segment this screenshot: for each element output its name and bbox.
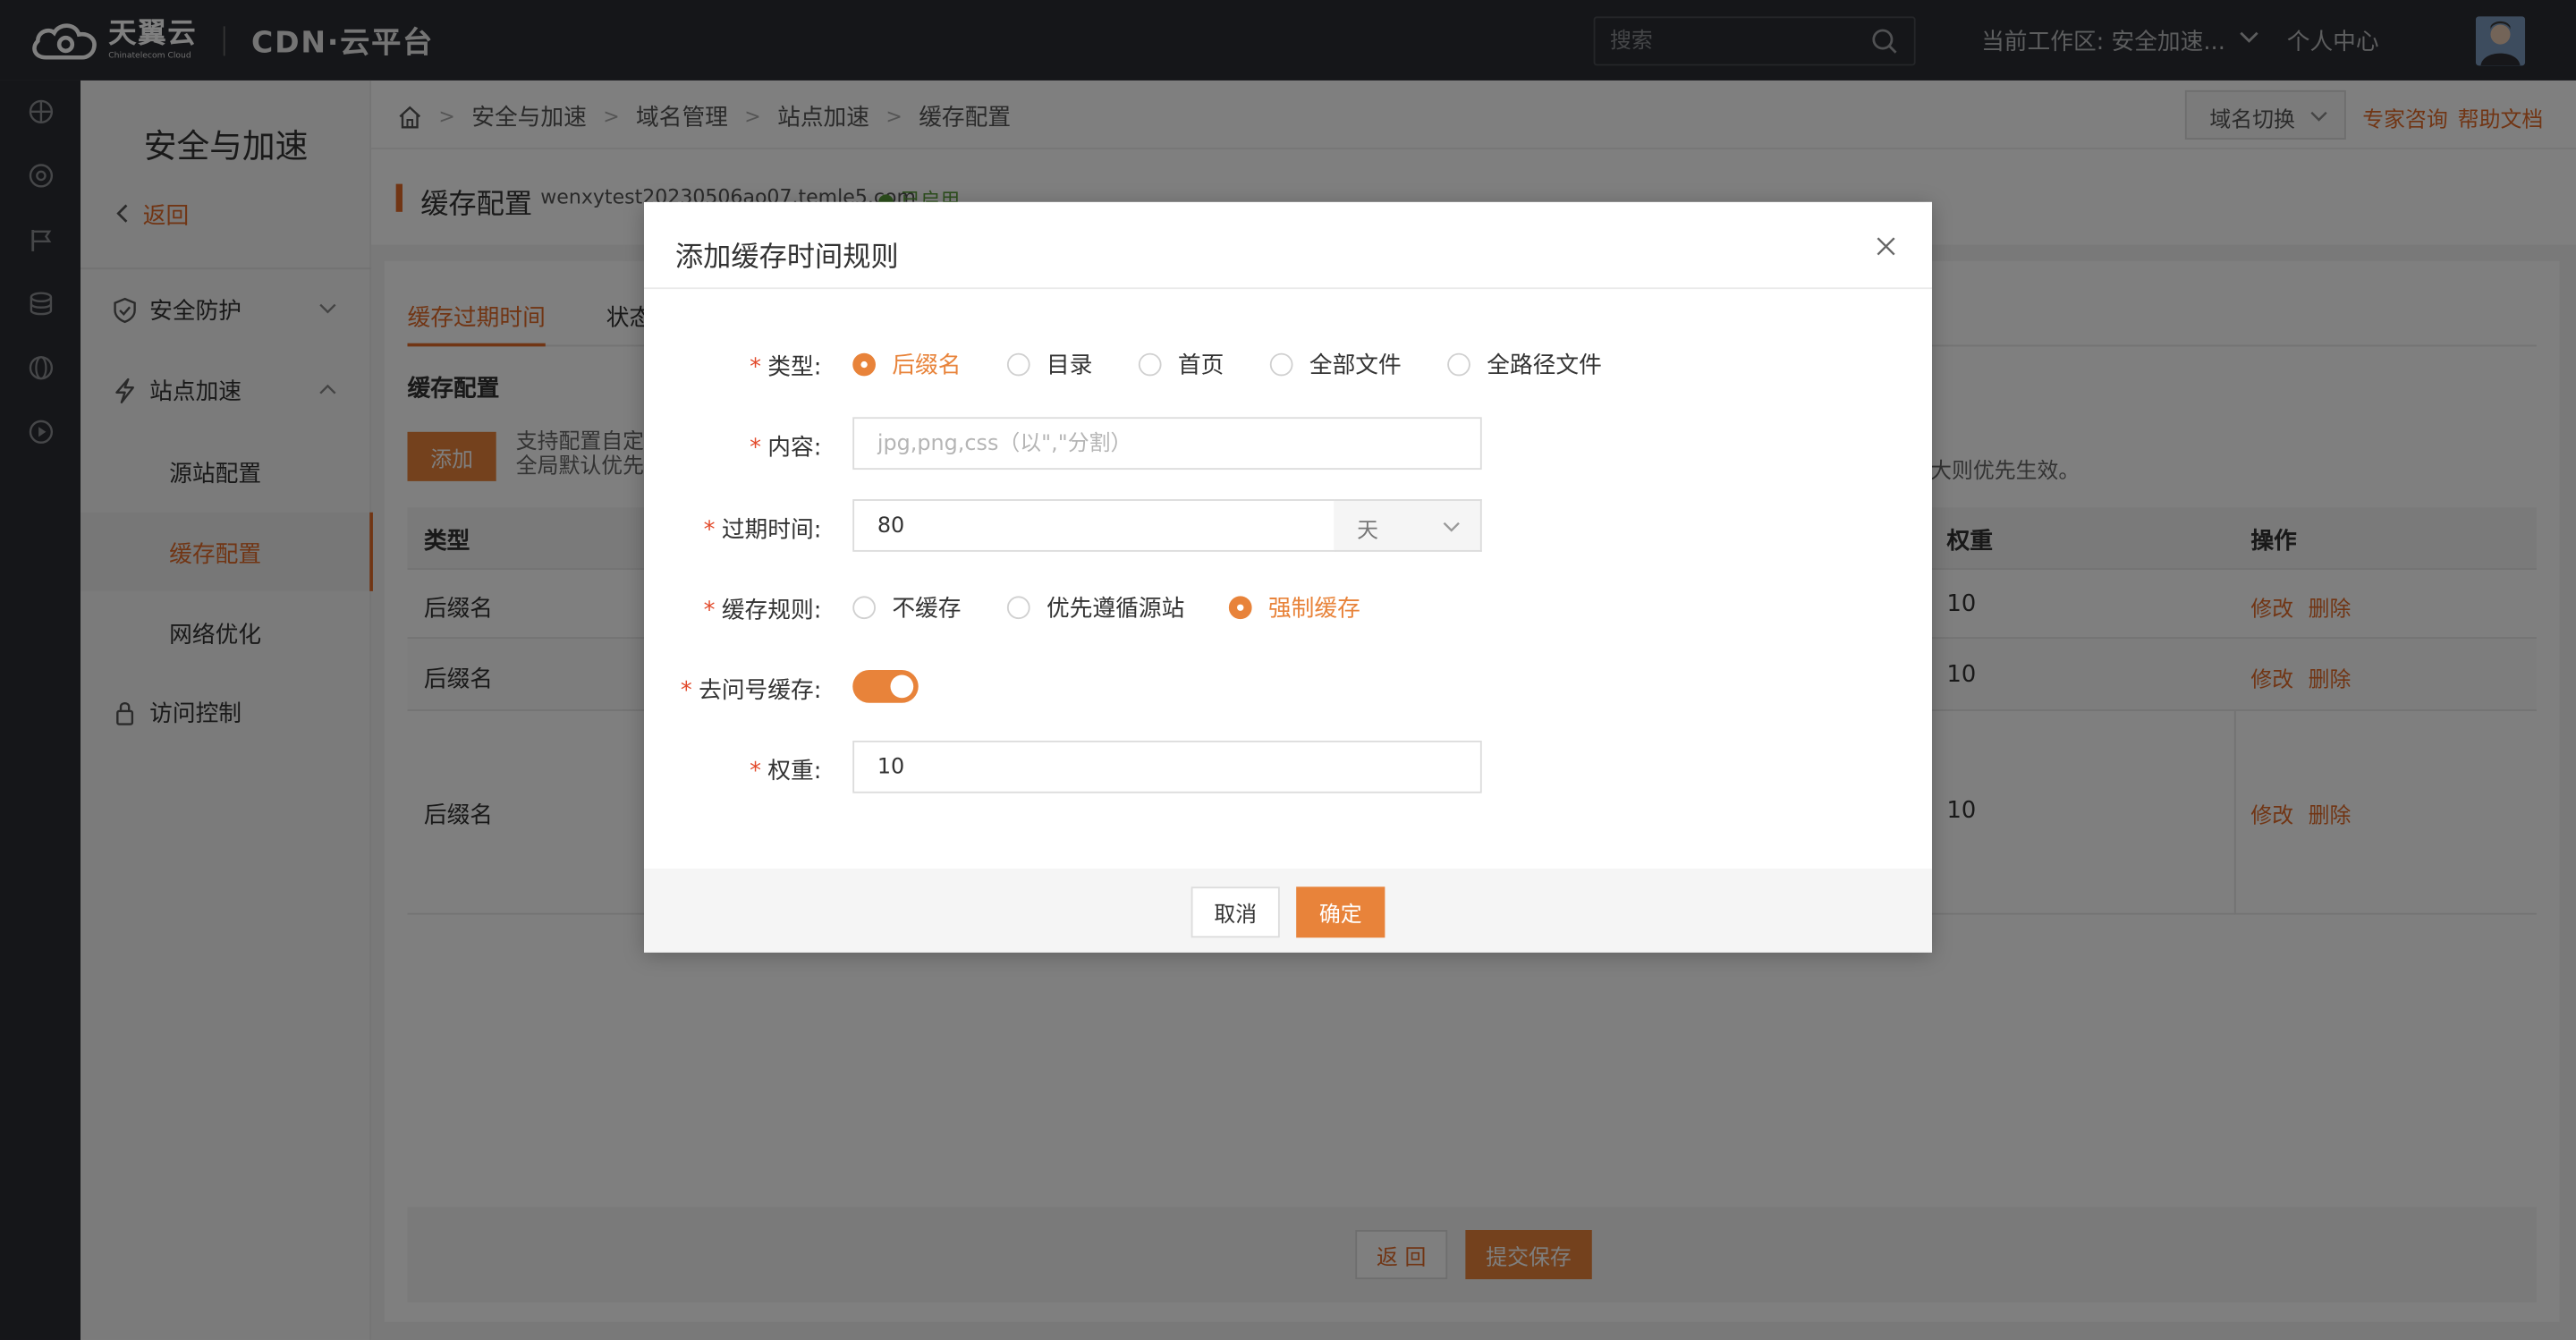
expire-unit-select[interactable]: 天 — [1334, 499, 1482, 552]
add-cache-rule-dialog: 添加缓存时间规则 * 类型: 后缀名 目录 首页 全部文件 全路径文件 * 内容: … — [643, 201, 1932, 953]
close-icon[interactable] — [1877, 236, 1896, 256]
cancel-button[interactable]: 取消 — [1191, 886, 1280, 938]
content-input[interactable] — [852, 417, 1482, 471]
radio-suffix[interactable]: 后缀名 — [852, 348, 961, 381]
form-label: * 去问号缓存: — [680, 678, 822, 705]
expire-unit-value: 天 — [1357, 519, 1379, 544]
radio-circle — [1006, 596, 1030, 620]
radio-no-cache[interactable]: 不缓存 — [852, 591, 961, 624]
expire-time-input[interactable] — [852, 499, 1336, 552]
content-label: 内容: — [767, 435, 822, 462]
radio-circle — [1138, 352, 1162, 377]
chevron-down-icon — [1443, 522, 1460, 532]
radio-label: 强制缓存 — [1267, 596, 1360, 623]
radio-force-cache[interactable]: 强制缓存 — [1228, 591, 1360, 624]
dialog-footer: 取消 确定 — [643, 869, 1932, 953]
radio-follow-origin[interactable]: 优先遵循源站 — [1006, 591, 1185, 624]
form-label: * 缓存规则: — [703, 598, 822, 624]
radio-circle — [1228, 596, 1252, 620]
radio-label: 全部文件 — [1309, 352, 1402, 380]
form-row-weight: * 权重: — [644, 740, 1932, 793]
dialog-header: 添加缓存时间规则 — [643, 202, 1932, 290]
radio-label: 不缓存 — [892, 596, 962, 623]
form-row-expire: *过期时间: 天 — [644, 499, 1932, 552]
form-row-cache-rule: * 缓存规则: 不缓存 优先遵循源站 强制缓存 — [644, 580, 1932, 632]
ignore-query-toggle[interactable] — [852, 669, 919, 703]
form-row-content: * 内容: — [644, 417, 1932, 471]
form-label: * 内容: — [750, 435, 822, 462]
radio-circle — [852, 596, 876, 620]
radio-full-path[interactable]: 全路径文件 — [1447, 348, 1602, 381]
radio-directory[interactable]: 目录 — [1006, 348, 1093, 381]
radio-homepage[interactable]: 首页 — [1138, 348, 1224, 381]
form-label: * 类型: — [750, 354, 822, 381]
radio-circle — [1447, 352, 1470, 377]
radio-label: 优先遵循源站 — [1046, 596, 1185, 623]
dialog-title: 添加缓存时间规则 — [674, 241, 899, 275]
form-label: * 过期时间: — [703, 517, 822, 544]
weight-input[interactable] — [852, 740, 1482, 793]
type-label: 类型: — [767, 354, 822, 381]
radio-label: 全路径文件 — [1487, 352, 1602, 380]
confirm-button[interactable]: 确定 — [1296, 886, 1385, 938]
radio-circle — [852, 352, 876, 377]
radio-label: 首页 — [1177, 352, 1224, 380]
radio-all-files[interactable]: 全部文件 — [1269, 348, 1402, 381]
form-row-query-cache: * 去问号缓存: — [644, 660, 1932, 713]
radio-circle — [1269, 352, 1293, 377]
form-row-type: * 类型: 后缀名 目录 首页 全部文件 全路径文件 — [644, 336, 1932, 389]
radio-circle — [1006, 352, 1030, 377]
weight-label: 权重: — [767, 759, 822, 785]
radio-label: 后缀名 — [892, 352, 962, 380]
radio-label: 目录 — [1046, 352, 1093, 380]
rule-label: 缓存规则: — [721, 598, 822, 624]
query-label: 去问号缓存: — [699, 678, 822, 705]
form-label: * 权重: — [750, 759, 822, 785]
expire-label: 过期时间: — [721, 517, 822, 544]
